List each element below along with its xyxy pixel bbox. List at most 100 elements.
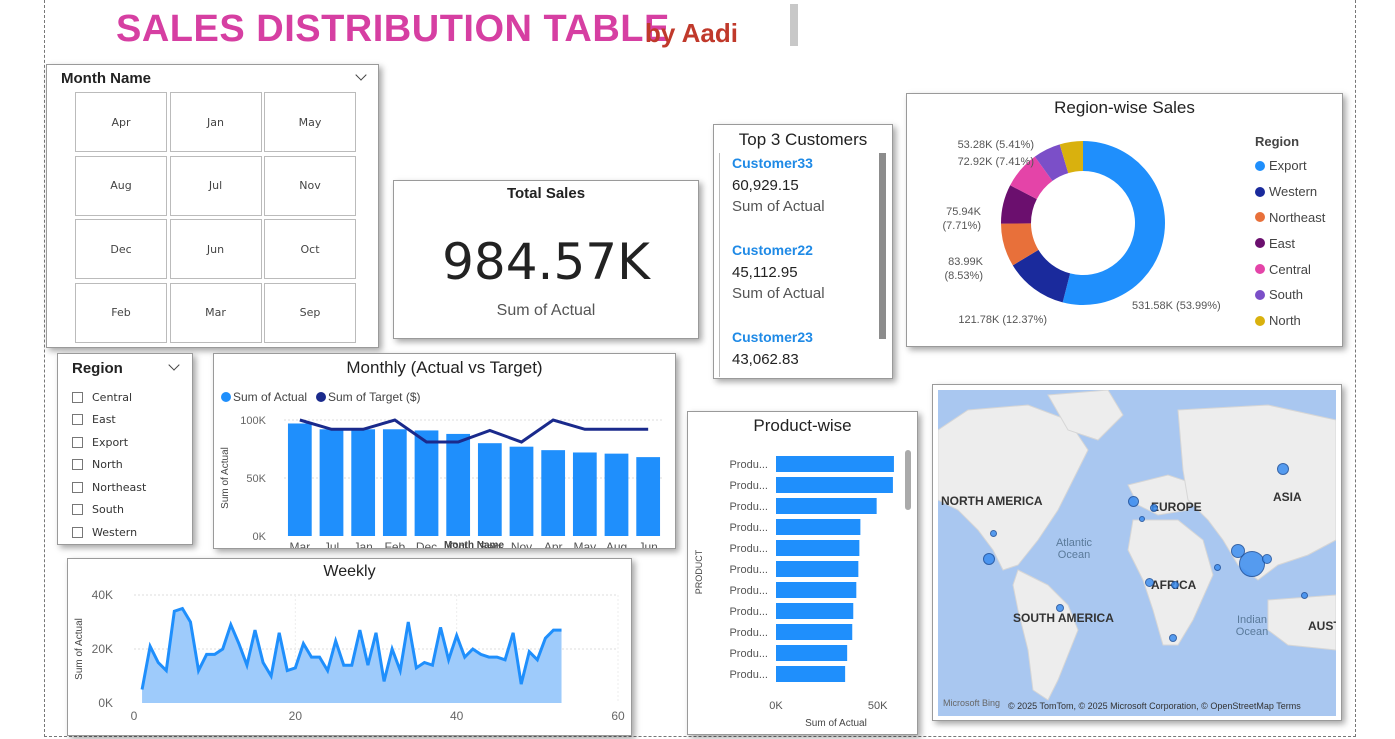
customer-name[interactable]: Customer33 xyxy=(732,155,825,171)
legend-item-northeast[interactable]: Northeast xyxy=(1255,205,1325,231)
product-chart-card: Product-wise Produ... Produ... Produ... Pro… xyxy=(687,411,918,735)
map-bubble[interactable] xyxy=(1145,578,1154,587)
checkbox[interactable] xyxy=(72,459,83,471)
customer-name[interactable]: Customer22 xyxy=(732,242,825,258)
month-tile-aug[interactable]: Aug xyxy=(75,155,167,216)
report-title: SALES DISTRIBUTION TABLE xyxy=(116,8,670,50)
region-option-north[interactable]: North xyxy=(72,454,146,477)
y-tick-label: Produ... xyxy=(729,606,768,618)
map-bubble[interactable] xyxy=(1239,551,1265,577)
region-sales-title: Region-wise Sales xyxy=(1054,98,1195,117)
map-bubble[interactable] xyxy=(1169,634,1177,642)
product-chart-title: Product-wise xyxy=(753,416,852,435)
scrollbar[interactable] xyxy=(879,153,886,339)
customer-value: 43,062.83 xyxy=(732,351,799,368)
y-tick-label: Produ... xyxy=(729,564,768,576)
region-option-label: Northeast xyxy=(92,480,147,494)
checkbox[interactable] xyxy=(72,436,83,448)
map-label-atlantic: Atlantic Ocean xyxy=(1055,537,1093,561)
legend-item-east[interactable]: East xyxy=(1255,230,1325,256)
donut-data-label: (7.71%) xyxy=(942,220,981,232)
donut-data-label: 531.58K (53.99%) xyxy=(1132,300,1221,312)
map-bubble[interactable] xyxy=(1056,604,1064,612)
map-bubble[interactable] xyxy=(1301,592,1308,599)
map-view[interactable]: NORTH AMERICA EUROPE ASIA AFRICA SOUTH A… xyxy=(938,390,1336,716)
region-option-northeast[interactable]: Northeast xyxy=(72,476,146,499)
region-option-east[interactable]: East xyxy=(72,409,146,432)
region-option-label: North xyxy=(92,458,123,472)
map-attribution[interactable]: © 2025 TomTom, © 2025 Microsoft Corporat… xyxy=(1008,701,1301,711)
map-bubble[interactable] xyxy=(1150,504,1158,512)
map-label-europe: EUROPE xyxy=(1151,500,1202,514)
product-bar xyxy=(776,477,893,493)
weekly-chart: 0K 20K 40K 0 20 40 60 Sum of Actual xyxy=(74,588,625,723)
donut-data-label: 75.94K xyxy=(946,206,982,218)
region-option-central[interactable]: Central xyxy=(72,386,146,409)
month-tile-mar[interactable]: Mar xyxy=(169,282,262,343)
map-bubble[interactable] xyxy=(1214,564,1221,571)
region-option-south[interactable]: South xyxy=(72,499,146,522)
chevron-down-icon[interactable] xyxy=(355,69,367,81)
region-option-export[interactable]: Export xyxy=(72,431,146,454)
region-option-western[interactable]: Western xyxy=(72,521,146,544)
legend-label: South xyxy=(1269,287,1303,303)
month-tile-dec[interactable]: Dec xyxy=(75,219,167,279)
map-bubble[interactable] xyxy=(990,530,997,537)
legend-swatch xyxy=(1255,289,1265,300)
map-bubble[interactable] xyxy=(983,553,995,565)
list-item[interactable]: Customer22 45,112.95 Sum of Actual xyxy=(732,242,825,302)
month-tile-apr[interactable]: Apr xyxy=(75,92,167,152)
customer-name[interactable]: Customer23 xyxy=(732,329,813,345)
legend-label: Northeast xyxy=(1269,209,1326,225)
map-bubble[interactable] xyxy=(1139,516,1145,522)
donut-data-label: 83.99K xyxy=(948,256,984,268)
y-axis-label: PRODUCT xyxy=(694,549,704,594)
month-tile-may[interactable]: May xyxy=(264,92,356,152)
checkbox[interactable] xyxy=(72,414,83,426)
month-tile-feb[interactable]: Feb xyxy=(75,282,167,343)
total-sales-title: Total Sales xyxy=(506,185,586,202)
month-tile-jun[interactable]: Jun xyxy=(169,219,262,279)
product-bar xyxy=(776,519,861,535)
checkbox[interactable] xyxy=(72,504,83,516)
total-sales-card: Total Sales 984.57K Sum of Actual xyxy=(393,180,699,339)
map-label-south-america: SOUTH AMERICA xyxy=(1013,611,1114,625)
weekly-chart-title: Weekly xyxy=(323,563,376,580)
legend-item-north[interactable]: North xyxy=(1255,308,1325,334)
month-tile-sep[interactable]: Sep xyxy=(264,282,356,343)
product-bar xyxy=(776,540,860,556)
scrollbar[interactable] xyxy=(905,450,911,510)
total-sales-label: Sum of Actual xyxy=(496,302,596,319)
checkbox[interactable] xyxy=(72,526,83,538)
legend-item-export[interactable]: Export xyxy=(1255,153,1325,179)
x-tick-label: Nov xyxy=(511,540,532,548)
legend-item-central[interactable]: Central xyxy=(1255,256,1325,282)
x-tick-label: Jun xyxy=(638,540,657,548)
month-tile-jan[interactable]: Jan xyxy=(169,92,262,152)
map-bubble[interactable] xyxy=(1128,496,1139,507)
month-tile-jul[interactable]: Jul xyxy=(169,155,262,216)
month-tile-oct[interactable]: Oct xyxy=(264,219,356,279)
month-tile-nov[interactable]: Nov xyxy=(264,155,356,216)
bar-actual xyxy=(382,429,407,536)
customer-value-label: Sum of Actual xyxy=(732,198,825,215)
y-tick-label: 50K xyxy=(246,473,266,485)
map-bubble[interactable] xyxy=(1171,581,1179,589)
legend-title: Region xyxy=(1255,134,1300,149)
map-label-asia: ASIA xyxy=(1273,490,1302,504)
region-option-label: Export xyxy=(92,435,129,449)
map-bubble[interactable] xyxy=(1262,554,1272,564)
chevron-down-icon[interactable] xyxy=(168,359,180,371)
list-item[interactable]: Customer23 43,062.83 xyxy=(732,329,813,368)
legend-item-western[interactable]: Western xyxy=(1255,179,1325,205)
region-option-label: South xyxy=(92,503,124,517)
checkbox[interactable] xyxy=(72,391,83,403)
bing-logo: Microsoft Bing xyxy=(943,698,1001,708)
region-slicer-title: Region xyxy=(72,360,123,377)
map-bubble[interactable] xyxy=(1277,463,1289,475)
legend-item-south[interactable]: South xyxy=(1255,282,1325,308)
checkbox[interactable] xyxy=(72,481,83,493)
list-item[interactable]: Customer33 60,929.15 Sum of Actual xyxy=(732,155,825,215)
region-donut-chart: 531.58K (53.99%) 121.78K (12.37%) 83.99K (8… xyxy=(942,139,1221,326)
bar-actual xyxy=(414,430,439,536)
